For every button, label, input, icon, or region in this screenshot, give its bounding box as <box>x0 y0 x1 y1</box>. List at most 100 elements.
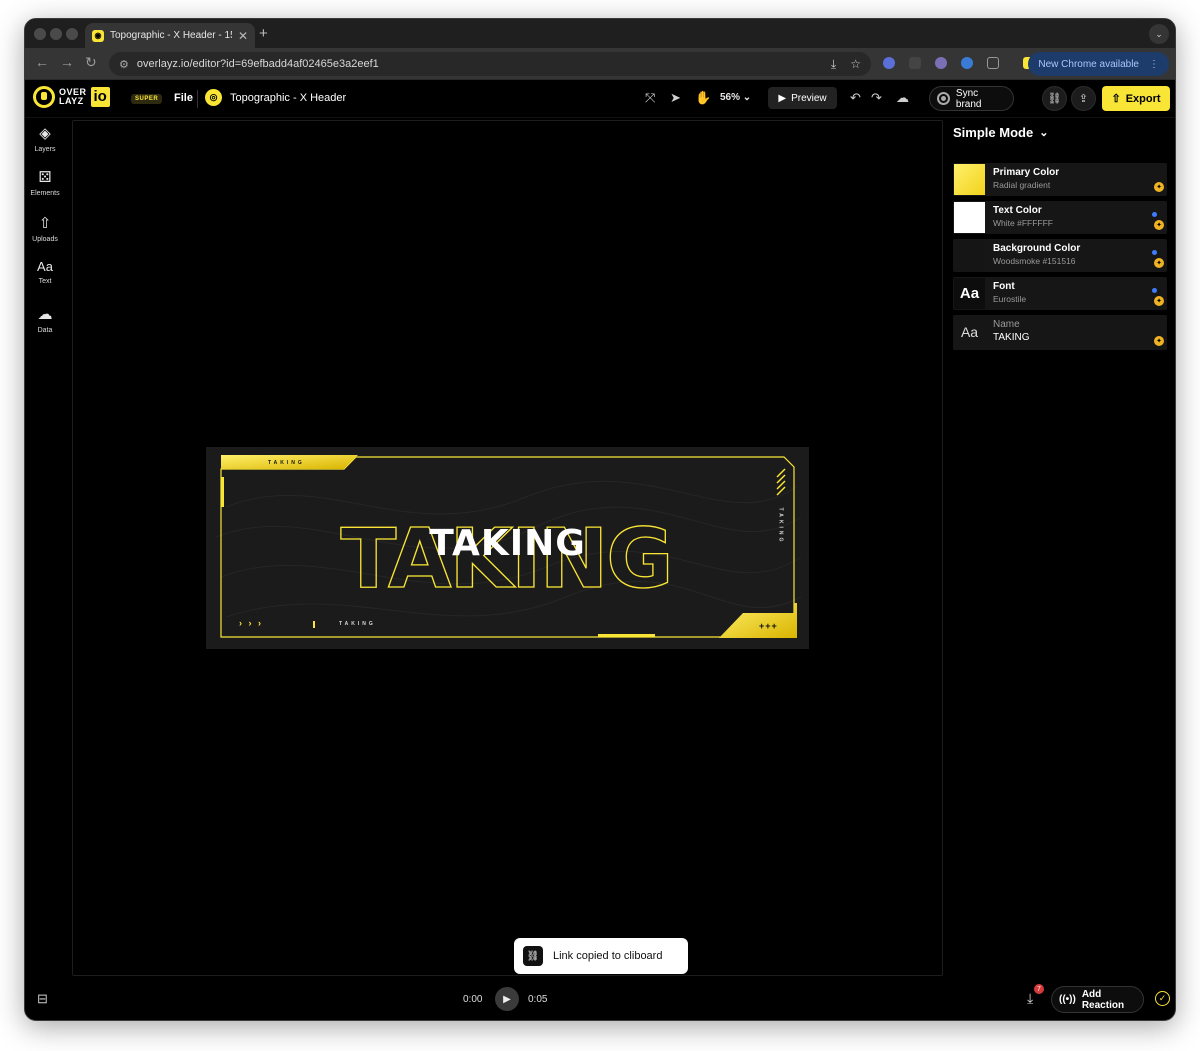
layers-icon: ◈ <box>39 125 51 142</box>
close-window-button[interactable] <box>34 28 46 40</box>
time-start: 0:00 <box>463 994 483 1005</box>
primary-color-row[interactable]: Primary Color Radial gradient ✦ <box>953 163 1167 196</box>
notification-count-badge: 7 <box>1034 984 1044 994</box>
download-icon[interactable]: ⤓ <box>831 57 836 72</box>
new-tab-button[interactable]: + <box>259 25 268 42</box>
divider <box>197 90 198 108</box>
sidebar-item-label: Data <box>37 327 53 334</box>
select-cursor-icon[interactable]: ➤ <box>670 90 681 106</box>
minimize-window-button[interactable] <box>50 28 62 40</box>
sidebar-item-data[interactable]: ☁ Data <box>25 305 65 334</box>
sidebar-item-text[interactable]: Aa Text <box>25 259 65 285</box>
extensions-puzzle-icon[interactable] <box>987 57 999 69</box>
bookmark-star-icon[interactable]: ☆ <box>850 57 861 72</box>
overlayz-favicon-icon: ◉ <box>92 29 104 42</box>
row-label: Name <box>993 319 1020 330</box>
saved-check-icon[interactable]: ✓ <box>1155 991 1170 1006</box>
tab-search-button[interactable]: ⌄ <box>1149 24 1169 44</box>
extension-icon-3[interactable] <box>935 57 947 69</box>
font-preview-icon: Aa <box>954 278 985 309</box>
play-icon: ▶ <box>778 92 787 104</box>
preview-label: Preview <box>791 92 827 104</box>
maximize-window-button[interactable] <box>66 28 78 40</box>
font-row[interactable]: Aa Font Eurostile ✦ <box>953 277 1167 310</box>
sidebar-item-elements[interactable]: ⚄ Elements <box>25 168 65 197</box>
name-input[interactable]: TAKING <box>993 332 1029 343</box>
export-button[interactable]: ⇧ Export <box>1102 86 1170 111</box>
sidebar-item-label: Text <box>38 278 52 285</box>
kebab-menu-icon[interactable]: ⋮ <box>1149 59 1159 70</box>
close-tab-icon[interactable]: ✕ <box>238 29 248 43</box>
left-sidebar: ◈ Layers ⚄ Elements ⇧ Uploads Aa Text ☁ … <box>25 118 65 978</box>
brand-lock-icon[interactable]: ✦ <box>1154 220 1164 230</box>
link-icon: ⛓ <box>523 946 543 966</box>
redo-icon[interactable]: ↷ <box>871 90 882 106</box>
background-color-row[interactable]: Background Color Woodsmoke #151516 ✦ <box>953 239 1167 272</box>
logo-mark-icon <box>33 86 55 108</box>
background-color-swatch[interactable] <box>954 240 985 271</box>
play-button[interactable]: ▶ <box>495 987 519 1011</box>
copy-link-button[interactable]: ⛓ <box>1042 86 1067 111</box>
add-reaction-button[interactable]: ((•)) Add Reaction <box>1051 986 1144 1013</box>
editor-canvas[interactable]: TAKING TAKING TAKING TAKING › › › +++ TA… <box>72 120 943 976</box>
add-reaction-label: Add Reaction <box>1081 988 1125 1011</box>
upload-icon: ⇧ <box>38 215 52 232</box>
site-settings-icon[interactable]: ⚙ <box>119 58 129 71</box>
reload-icon[interactable]: ↻ <box>85 54 97 71</box>
sidebar-item-label: Layers <box>34 146 56 153</box>
name-row[interactable]: Aa Name TAKING ✦ <box>953 315 1167 350</box>
hand-pan-icon[interactable]: ✋ <box>695 90 711 106</box>
sidebar-item-label: Uploads <box>32 236 58 243</box>
super-badge: SUPER <box>131 94 163 104</box>
undo-icon[interactable]: ↶ <box>850 90 861 106</box>
link-copied-toast: ⛓ Link copied to cliboard <box>514 938 688 974</box>
text-color-swatch[interactable] <box>954 202 985 233</box>
mode-label: Simple Mode <box>953 125 1034 140</box>
tab-title: Topographic - X Header - 150 <box>110 30 232 41</box>
simple-mode-dropdown[interactable]: Simple Mode ⌄ <box>953 125 1048 140</box>
fit-screen-icon[interactable]: ⤧ <box>645 90 655 106</box>
text-icon: Aa <box>37 259 53 274</box>
downloads-icon[interactable]: ⤓ <box>1027 990 1033 1007</box>
sidebar-item-uploads[interactable]: ⇧ Uploads <box>25 214 65 243</box>
extension-icon-4[interactable] <box>961 57 973 69</box>
browser-tab[interactable]: ◉ Topographic - X Header - 150 ✕ <box>85 23 255 48</box>
brand-lock-icon[interactable]: ✦ <box>1154 336 1164 346</box>
new-chrome-label: New Chrome available <box>1038 58 1139 70</box>
elements-icon: ⚄ <box>38 169 52 186</box>
share-button[interactable]: ⇪ <box>1071 86 1096 111</box>
new-chrome-available-button[interactable]: New Chrome available ⋮ <box>1028 52 1169 76</box>
extension-icon-1[interactable] <box>883 57 895 69</box>
templates-box-icon[interactable]: ⊟ <box>37 991 48 1007</box>
overlayz-logo[interactable]: OVER LAYZ io <box>33 86 110 108</box>
url-text: overlayz.io/editor?id=69efbadd4af02465e3… <box>136 58 379 70</box>
url-field[interactable]: ⚙ overlayz.io/editor?id=69efbadd4af02465… <box>109 52 871 76</box>
sidebar-item-layers[interactable]: ◈ Layers <box>25 124 65 153</box>
sync-brand-button[interactable]: Sync brand <box>929 86 1014 111</box>
sync-brand-label: Sync brand <box>955 87 982 110</box>
tab-bar: ◉ Topographic - X Header - 150 ✕ + ⌄ <box>25 19 1175 48</box>
back-icon[interactable]: ← <box>35 54 49 70</box>
x-header-banner[interactable]: TAKING TAKING TAKING TAKING › › › +++ TA… <box>206 447 809 649</box>
brand-lock-icon[interactable]: ✦ <box>1154 182 1164 192</box>
file-menu[interactable]: File <box>174 92 193 104</box>
project-title[interactable]: Topographic - X Header <box>230 92 346 104</box>
name-text-icon: Aa <box>954 316 985 347</box>
banner-main-title[interactable]: TAKING <box>206 523 809 564</box>
text-color-row[interactable]: Text Color White #FFFFFF ✦ <box>953 201 1167 234</box>
preview-button[interactable]: ▶ Preview <box>768 87 837 109</box>
banner-small-label-bottom: TAKING <box>339 621 376 627</box>
brand-lock-icon[interactable]: ✦ <box>1154 258 1164 268</box>
row-label: Primary Color <box>993 167 1060 178</box>
share-icon: ⇪ <box>1078 93 1089 105</box>
browser-window: ◉ Topographic - X Header - 150 ✕ + ⌄ ← →… <box>24 18 1176 1021</box>
cloud-save-icon[interactable]: ☁ <box>896 90 909 106</box>
primary-color-swatch[interactable] <box>954 164 985 195</box>
chevron-down-icon: ⌄ <box>1039 127 1049 139</box>
zoom-dropdown[interactable]: 56% ⌄ <box>720 92 751 103</box>
sidebar-item-label: Elements <box>30 190 60 197</box>
brand-lock-icon[interactable]: ✦ <box>1154 296 1164 306</box>
timeline-footer: ⊟ 0:00 ▶ 0:05 ⤓ 7 ((•)) Add Reaction ✓ <box>25 978 1175 1020</box>
extension-icon-2[interactable] <box>909 57 921 69</box>
forward-icon[interactable]: → <box>60 54 74 70</box>
